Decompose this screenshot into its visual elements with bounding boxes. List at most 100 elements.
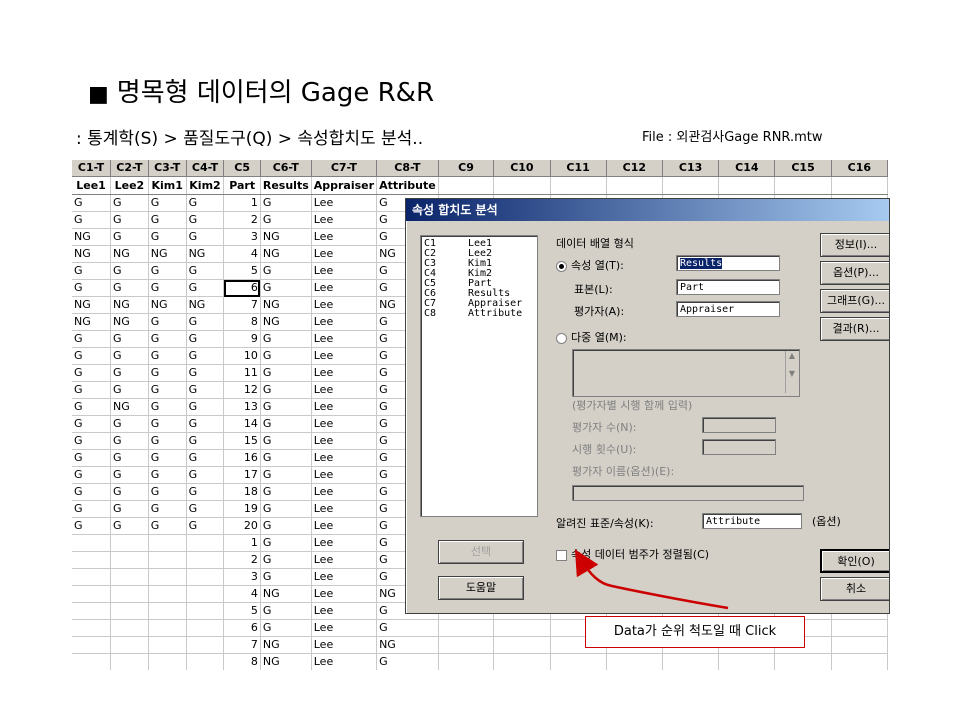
table-cell[interactable]: Lee <box>311 466 378 484</box>
table-cell[interactable]: NG <box>148 296 187 314</box>
table-cell[interactable]: G <box>148 211 187 229</box>
table-cell[interactable]: G <box>72 415 112 433</box>
table-cell[interactable] <box>110 636 149 654</box>
attr-col-radio[interactable]: 속성 열(T): <box>556 257 624 273</box>
table-cell[interactable]: G <box>260 602 312 620</box>
table-cell[interactable]: Lee <box>311 415 378 433</box>
table-cell[interactable]: Lee <box>311 347 378 365</box>
table-cell[interactable]: 5 <box>223 262 261 280</box>
table-cell[interactable]: Lee <box>311 432 378 450</box>
column-header[interactable]: C10 <box>493 160 551 177</box>
column-name[interactable] <box>718 176 776 195</box>
column-header[interactable]: C8-T <box>376 160 439 177</box>
column-name[interactable] <box>438 176 495 195</box>
table-cell[interactable]: G <box>72 466 112 484</box>
table-cell[interactable]: G <box>148 347 187 365</box>
column-name[interactable]: Results <box>260 176 312 195</box>
table-cell[interactable]: G <box>110 262 149 280</box>
table-cell[interactable]: Lee <box>311 364 378 382</box>
table-cell[interactable] <box>148 619 187 637</box>
table-cell[interactable]: 3 <box>223 568 261 586</box>
table-cell[interactable] <box>186 534 225 552</box>
table-cell[interactable] <box>72 619 112 637</box>
table-cell[interactable]: NG <box>148 245 187 263</box>
table-cell[interactable] <box>662 653 720 670</box>
table-cell[interactable]: Lee <box>311 313 378 331</box>
table-cell[interactable]: G <box>110 194 149 212</box>
multi-col-field[interactable]: ▲ ▼ <box>572 349 800 397</box>
table-cell[interactable]: G <box>148 449 187 467</box>
table-cell[interactable]: 12 <box>223 381 261 399</box>
table-cell[interactable]: 2 <box>223 211 261 229</box>
table-cell[interactable]: G <box>186 347 225 365</box>
table-cell[interactable]: Lee <box>311 245 378 263</box>
table-cell[interactable]: 16 <box>223 449 261 467</box>
table-cell[interactable]: G <box>260 398 312 416</box>
column-name[interactable]: Part <box>223 176 261 195</box>
help-button[interactable]: 도움말 <box>438 576 524 600</box>
table-cell[interactable]: Lee <box>311 653 378 670</box>
column-header[interactable]: C11 <box>550 160 607 177</box>
table-cell[interactable]: G <box>186 262 225 280</box>
table-cell[interactable]: NG <box>260 636 312 654</box>
table-cell[interactable]: G <box>260 262 312 280</box>
table-cell[interactable]: G <box>72 194 112 212</box>
column-name[interactable]: Appraiser <box>311 176 378 195</box>
table-cell[interactable]: G <box>110 228 149 246</box>
appraiser-names-field[interactable] <box>572 485 804 501</box>
table-cell[interactable] <box>72 653 112 670</box>
table-cell[interactable]: G <box>110 500 149 518</box>
table-cell[interactable]: G <box>260 517 312 535</box>
table-cell[interactable] <box>831 653 888 670</box>
options-button[interactable]: 옵션(P)... <box>820 261 889 285</box>
table-cell[interactable] <box>438 653 495 670</box>
table-cell[interactable]: Lee <box>311 500 378 518</box>
column-name[interactable] <box>550 176 607 195</box>
table-cell[interactable]: 7 <box>223 636 261 654</box>
table-cell[interactable]: G <box>148 194 187 212</box>
table-cell[interactable]: G <box>72 517 112 535</box>
table-cell[interactable]: 14 <box>223 415 261 433</box>
table-cell[interactable]: G <box>186 381 225 399</box>
table-cell[interactable] <box>148 653 187 670</box>
table-cell[interactable]: Lee <box>311 381 378 399</box>
table-cell[interactable]: G <box>260 483 312 501</box>
table-cell[interactable] <box>72 551 112 569</box>
table-cell[interactable]: G <box>148 415 187 433</box>
table-cell[interactable]: G <box>148 517 187 535</box>
table-cell[interactable]: G <box>260 415 312 433</box>
table-cell[interactable] <box>148 585 187 603</box>
column-header[interactable]: C13 <box>662 160 720 177</box>
table-cell[interactable]: G <box>72 381 112 399</box>
table-cell[interactable]: G <box>110 279 149 297</box>
table-cell[interactable] <box>186 602 225 620</box>
table-cell[interactable]: NG <box>260 245 312 263</box>
table-cell[interactable]: G <box>186 279 225 297</box>
table-cell[interactable]: G <box>186 313 225 331</box>
column-header[interactable]: C16 <box>831 160 888 177</box>
info-button[interactable]: 정보(I)... <box>820 233 889 257</box>
column-header[interactable]: C7-T <box>311 160 378 177</box>
table-cell[interactable]: NG <box>110 313 149 331</box>
table-cell[interactable] <box>438 636 495 654</box>
table-cell[interactable]: 19 <box>223 500 261 518</box>
table-cell[interactable]: G <box>110 381 149 399</box>
table-cell[interactable]: NG <box>110 296 149 314</box>
results-button[interactable]: 결과(R)... <box>820 317 889 341</box>
table-cell[interactable] <box>148 551 187 569</box>
table-cell[interactable] <box>831 619 888 637</box>
table-cell[interactable]: G <box>72 432 112 450</box>
appraiser-field[interactable]: Appraiser <box>676 301 780 317</box>
column-name[interactable] <box>493 176 551 195</box>
table-cell[interactable]: NG <box>72 228 112 246</box>
table-cell[interactable]: G <box>110 483 149 501</box>
table-cell[interactable] <box>493 619 551 637</box>
table-cell[interactable]: G <box>148 228 187 246</box>
table-cell[interactable]: 17 <box>223 466 261 484</box>
table-cell[interactable]: G <box>148 483 187 501</box>
table-cell[interactable]: G <box>186 449 225 467</box>
column-name[interactable]: Kim1 <box>148 176 187 195</box>
table-cell[interactable]: G <box>186 517 225 535</box>
table-cell[interactable]: G <box>110 415 149 433</box>
column-name[interactable] <box>606 176 663 195</box>
